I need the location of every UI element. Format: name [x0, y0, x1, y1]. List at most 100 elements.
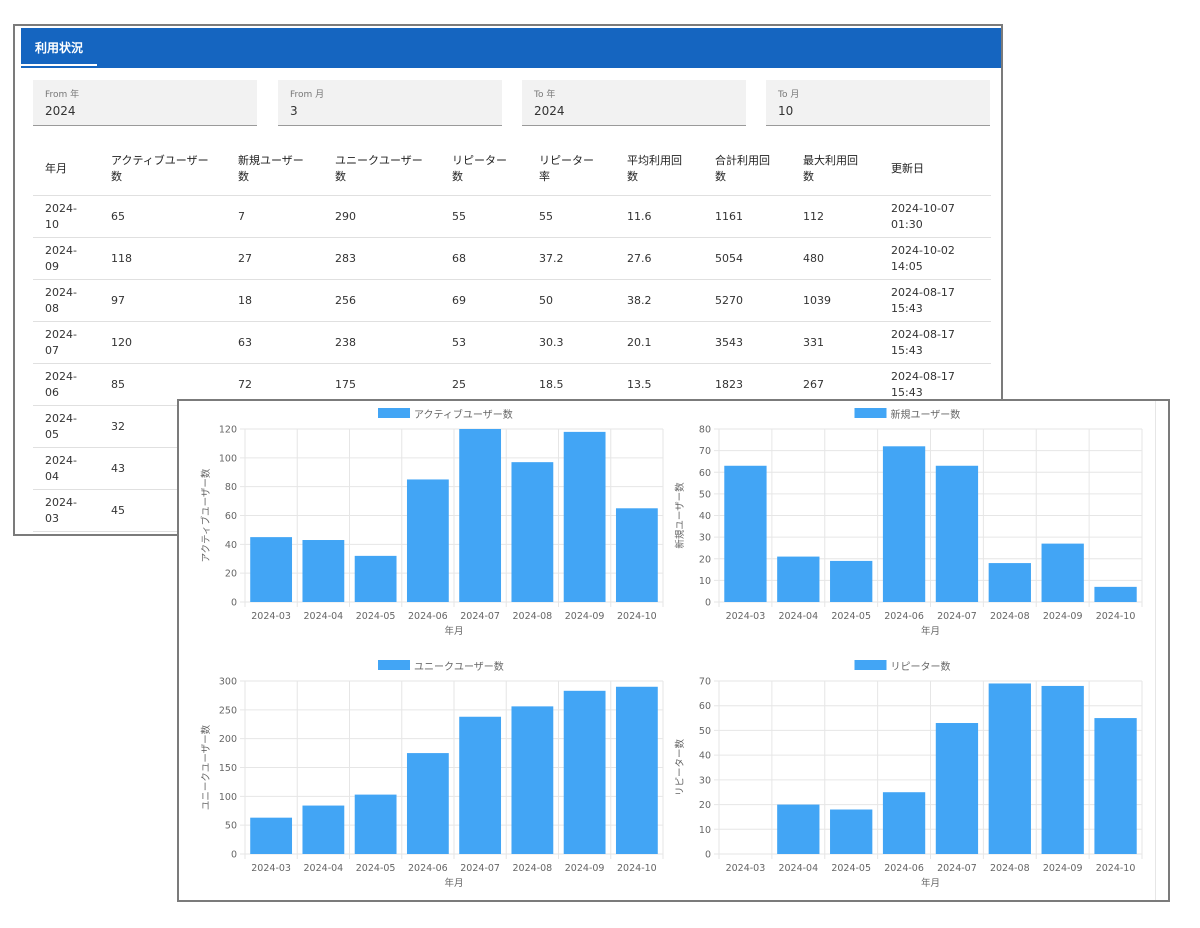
bar	[1041, 543, 1084, 602]
cell-unique-users: 256	[323, 279, 440, 322]
cell-repeaters: 68	[440, 237, 527, 280]
bar	[830, 809, 873, 854]
col-header-avg-usage: 平均利用回数	[615, 143, 703, 196]
y-tick-label: 60	[225, 511, 237, 522]
to-month-field[interactable]: To 月 10	[766, 80, 990, 126]
bar	[935, 465, 979, 602]
to-year-value: 2024	[534, 104, 565, 118]
bar	[1041, 685, 1084, 854]
col-header-repeaters: リピーター数	[440, 143, 527, 196]
y-axis-label: リピーター数	[674, 739, 686, 797]
y-tick-label: 120	[219, 425, 237, 436]
y-axis-label: アクティブユーザー数	[200, 468, 212, 562]
x-tick-label: 2024-06	[408, 863, 448, 874]
legend-label[interactable]: ユニークユーザー数	[414, 660, 504, 673]
cell-max-usage: 112	[791, 195, 879, 238]
cell-updated: 2024-08-17 15:43	[879, 321, 991, 364]
cell-max-usage: 480	[791, 237, 879, 280]
x-tick-label: 2024-10	[1096, 611, 1136, 622]
y-tick-label: 100	[219, 453, 237, 464]
col-header-unique-users: ユニークユーザー数	[323, 143, 440, 196]
cell-month: 2024-08	[33, 279, 99, 322]
y-tick-label: 50	[699, 726, 711, 737]
x-axis-label: 年月	[444, 625, 463, 637]
y-tick-label: 40	[699, 511, 711, 522]
legend-swatch[interactable]	[378, 660, 410, 670]
cell-month: 2024-10	[33, 195, 99, 238]
y-tick-label: 200	[219, 734, 237, 745]
x-tick-label: 2024-08	[990, 863, 1030, 874]
x-tick-label: 2024-09	[565, 611, 605, 622]
bar	[935, 723, 979, 854]
to-year-label: To 年	[534, 90, 556, 100]
x-tick-label: 2024-03	[251, 863, 291, 874]
col-header-updated: 更新日	[879, 143, 991, 196]
y-tick-label: 0	[705, 850, 711, 861]
app-header-bar: 利用状況	[21, 28, 1001, 68]
cell-unique-users: 283	[323, 237, 440, 280]
x-tick-label: 2024-05	[831, 611, 871, 622]
bar-chart-4: 0 10 20 30 40 50 60 70 2024-03 2024-04 2024-05 2024…	[674, 660, 1143, 889]
x-tick-label: 2024-03	[726, 863, 766, 874]
x-axis-label: 年月	[444, 877, 463, 889]
legend-swatch[interactable]	[854, 408, 887, 418]
bar	[250, 537, 293, 602]
cell-new-users: 18	[226, 279, 323, 322]
cell-repeater-rate: 30.3	[527, 321, 615, 364]
bar-chart-1: 0 20 40 60 80 100 120 2024-03 2024-04 2024-05 2024…	[200, 408, 664, 637]
y-axis-label: 新規ユーザー数	[674, 482, 686, 549]
cell-active-users: 118	[99, 237, 226, 280]
cell-new-users: 7	[226, 195, 323, 238]
bar-chart-2: 0 10 20 30 40 50 60 70 80 2024-03 2024-04 2024-05 20…	[674, 408, 1143, 637]
y-tick-label: 250	[219, 705, 237, 716]
cell-updated: 2024-10-02 14:05	[879, 237, 991, 280]
cell-unique-users: 290	[323, 195, 440, 238]
table-row: 2024-09 118 27 283 68 37.2 27.6 5054 480…	[33, 237, 991, 280]
y-tick-label: 10	[699, 576, 711, 587]
y-tick-label: 100	[219, 792, 237, 803]
cell-repeater-rate: 50	[527, 279, 615, 322]
cell-repeater-rate: 37.2	[527, 237, 615, 280]
cell-max-usage: 331	[791, 321, 879, 364]
x-tick-label: 2024-05	[356, 863, 396, 874]
col-header-month: 年月	[33, 143, 99, 196]
cell-repeaters: 69	[440, 279, 527, 322]
cell-active-users: 65	[99, 195, 226, 238]
bar	[615, 508, 658, 602]
cell-month: 2024-04	[33, 447, 99, 490]
tab-usage[interactable]: 利用状況	[21, 28, 97, 66]
col-header-max-usage: 最大利用回数	[791, 143, 879, 196]
cell-updated: 2024-10-07 01:30	[879, 195, 991, 238]
bar	[406, 479, 449, 602]
y-tick-label: 60	[699, 468, 711, 479]
bar	[882, 446, 926, 602]
from-year-field[interactable]: From 年 2024	[33, 80, 257, 126]
legend-swatch[interactable]	[854, 660, 887, 670]
bar	[511, 706, 554, 854]
cell-repeater-rate: 55	[527, 195, 615, 238]
x-axis-label: 年月	[921, 625, 940, 637]
legend-label[interactable]: 新規ユーザー数	[891, 408, 961, 421]
legend-swatch[interactable]	[378, 408, 410, 418]
cell-updated: 2024-08-17 15:43	[879, 279, 991, 322]
from-month-field[interactable]: From 月 3	[278, 80, 502, 126]
x-axis-label: 年月	[921, 877, 940, 889]
cell-avg-usage: 11.6	[615, 195, 703, 238]
y-tick-label: 30	[699, 775, 711, 786]
x-tick-label: 2024-10	[617, 863, 657, 874]
bar	[615, 686, 658, 854]
table-row: 2024-07 120 63 238 53 30.3 20.1 3543 331…	[33, 321, 991, 364]
cell-month: 2024-03	[33, 489, 99, 532]
x-tick-label: 2024-06	[884, 863, 924, 874]
x-tick-label: 2024-04	[778, 611, 818, 622]
y-tick-label: 20	[225, 569, 237, 580]
legend-label[interactable]: リピーター数	[891, 660, 951, 673]
y-tick-label: 40	[225, 540, 237, 551]
bar	[459, 716, 502, 854]
legend-label[interactable]: アクティブユーザー数	[414, 408, 513, 421]
bar	[302, 540, 345, 602]
cell-month: 2024-07	[33, 321, 99, 364]
y-tick-label: 60	[699, 701, 711, 712]
to-year-field[interactable]: To 年 2024	[522, 80, 746, 126]
cell-avg-usage: 20.1	[615, 321, 703, 364]
